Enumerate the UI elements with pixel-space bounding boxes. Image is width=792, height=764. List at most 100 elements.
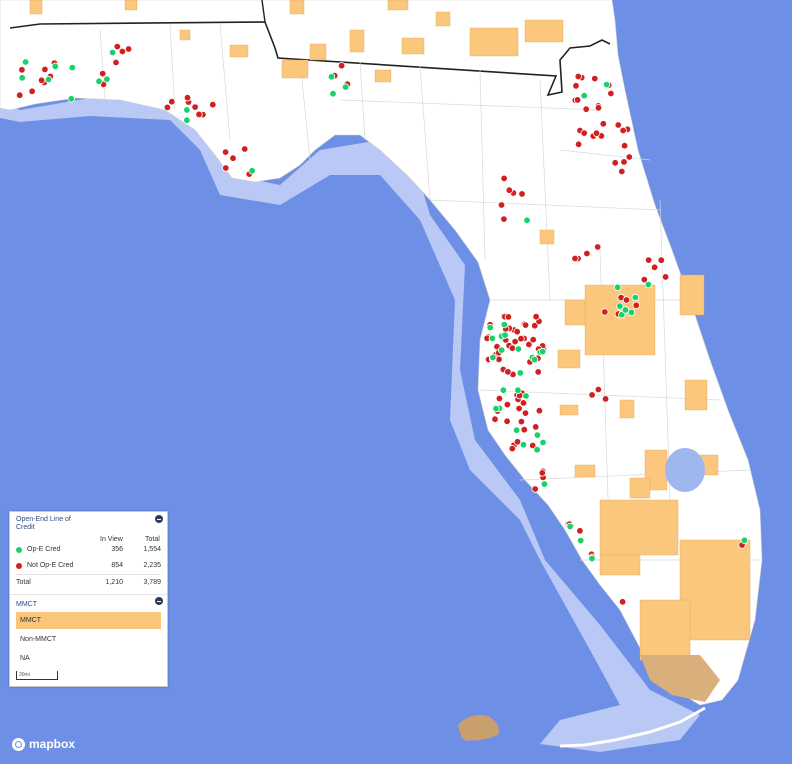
op-e-cred-point[interactable] (108, 48, 117, 57)
not-op-e-cred-point[interactable] (521, 409, 530, 417)
not-op-e-cred-point[interactable] (650, 263, 659, 271)
not-op-e-cred-point[interactable] (572, 82, 580, 90)
op-e-cred-point[interactable] (514, 386, 522, 394)
not-op-e-cred-point[interactable] (518, 190, 526, 198)
op-e-cred-point[interactable] (740, 536, 749, 544)
not-op-e-cred-point[interactable] (571, 254, 579, 263)
not-op-e-cred-point[interactable] (18, 66, 26, 74)
not-op-e-cred-point[interactable] (495, 355, 503, 364)
not-op-e-cred-point[interactable] (16, 91, 24, 99)
op-e-cred-point[interactable] (499, 386, 508, 394)
op-e-cred-point[interactable] (488, 334, 497, 343)
non-mmct-item[interactable]: Non-MMCT (16, 631, 161, 648)
not-op-e-cred-point[interactable] (337, 61, 346, 70)
not-op-e-cred-point[interactable] (521, 321, 530, 329)
op-e-cred-point[interactable] (516, 369, 524, 377)
op-e-cred-point[interactable] (530, 355, 539, 364)
legend-row-op-e[interactable]: Op-E Cred 356 1,554 (16, 542, 161, 558)
not-op-e-cred-point[interactable] (222, 164, 230, 172)
not-op-e-cred-point[interactable] (191, 103, 199, 111)
not-op-e-cred-point[interactable] (618, 167, 626, 176)
not-op-e-cred-point[interactable] (515, 404, 523, 413)
not-op-e-cred-point[interactable] (580, 129, 588, 137)
not-op-e-cred-point[interactable] (508, 444, 516, 453)
op-e-cred-point[interactable] (486, 323, 494, 332)
not-op-e-cred-point[interactable] (594, 104, 603, 112)
op-e-cred-point[interactable] (588, 554, 596, 563)
not-op-e-cred-point[interactable] (594, 243, 602, 251)
not-op-e-cred-point[interactable] (611, 159, 619, 167)
not-op-e-cred-point[interactable] (532, 313, 540, 321)
op-e-cred-point[interactable] (533, 446, 541, 454)
not-op-e-cred-point[interactable] (529, 336, 537, 344)
op-e-cred-point[interactable] (539, 438, 547, 447)
op-e-cred-point[interactable] (500, 320, 508, 329)
not-op-e-cred-point[interactable] (625, 153, 633, 161)
not-op-e-cred-point[interactable] (209, 100, 217, 109)
not-op-e-cred-point[interactable] (583, 249, 591, 258)
op-e-cred-point[interactable] (540, 480, 549, 488)
mapbox-logo[interactable]: mapbox (12, 737, 75, 751)
not-op-e-cred-point[interactable] (508, 344, 517, 352)
not-op-e-cred-point[interactable] (124, 45, 133, 53)
not-op-e-cred-point[interactable] (588, 391, 596, 399)
legend-row-not-op-e[interactable]: Not Op-E Cred 854 2,235 (16, 558, 161, 574)
not-op-e-cred-point[interactable] (614, 121, 622, 129)
not-op-e-cred-point[interactable] (500, 215, 508, 223)
not-op-e-cred-point[interactable] (517, 335, 525, 343)
not-op-e-cred-point[interactable] (519, 399, 528, 407)
op-e-cred-point[interactable] (631, 293, 640, 302)
na-item[interactable]: NA (16, 650, 161, 667)
not-op-e-cred-point[interactable] (535, 407, 544, 415)
not-op-e-cred-point[interactable] (503, 417, 511, 425)
not-op-e-cred-point[interactable] (591, 74, 599, 83)
collapse-icon[interactable] (155, 515, 163, 523)
not-op-e-cred-point[interactable] (497, 201, 506, 209)
not-op-e-cred-point[interactable] (538, 469, 546, 477)
op-e-cred-point[interactable] (523, 216, 531, 224)
not-op-e-cred-point[interactable] (632, 301, 640, 309)
not-op-e-cred-point[interactable] (505, 186, 513, 194)
not-op-e-cred-point[interactable] (620, 158, 628, 166)
not-op-e-cred-point[interactable] (168, 97, 176, 106)
not-op-e-cred-point[interactable] (619, 126, 627, 135)
not-op-e-cred-point[interactable] (41, 65, 49, 74)
op-e-cred-point[interactable] (627, 308, 636, 317)
not-op-e-cred-point[interactable] (118, 47, 127, 56)
not-op-e-cred-point[interactable] (503, 400, 512, 409)
not-op-e-cred-point[interactable] (574, 72, 582, 81)
not-op-e-cred-point[interactable] (594, 385, 603, 394)
not-op-e-cred-point[interactable] (601, 395, 610, 403)
op-e-cred-point[interactable] (67, 95, 75, 103)
op-e-cred-point[interactable] (492, 404, 500, 413)
not-op-e-cred-point[interactable] (163, 103, 172, 112)
not-op-e-cred-point[interactable] (620, 141, 629, 150)
op-e-cred-point[interactable] (329, 89, 337, 98)
op-e-cred-point[interactable] (341, 83, 350, 91)
not-op-e-cred-point[interactable] (513, 438, 522, 446)
op-e-cred-point[interactable] (519, 441, 528, 449)
op-e-cred-point[interactable] (44, 75, 53, 84)
op-e-cred-point[interactable] (327, 73, 336, 81)
not-op-e-cred-point[interactable] (517, 417, 526, 426)
op-e-cred-point[interactable] (539, 347, 547, 356)
not-op-e-cred-point[interactable] (592, 129, 601, 137)
not-op-e-cred-point[interactable] (532, 423, 540, 431)
op-e-cred-point[interactable] (489, 353, 497, 362)
not-op-e-cred-point[interactable] (644, 256, 653, 264)
op-e-cred-point[interactable] (183, 106, 191, 114)
op-e-cred-point[interactable] (183, 116, 191, 124)
not-op-e-cred-point[interactable] (599, 120, 607, 128)
op-e-cred-point[interactable] (68, 63, 76, 72)
not-op-e-cred-point[interactable] (491, 415, 499, 423)
not-op-e-cred-point[interactable] (574, 140, 583, 148)
not-op-e-cred-point[interactable] (531, 485, 539, 493)
not-op-e-cred-point[interactable] (661, 273, 670, 281)
op-e-cred-point[interactable] (644, 280, 653, 289)
not-op-e-cred-point[interactable] (221, 148, 230, 156)
not-op-e-cred-point[interactable] (98, 69, 107, 78)
op-e-cred-point[interactable] (533, 431, 542, 439)
op-e-cred-point[interactable] (566, 522, 574, 531)
op-e-cred-point[interactable] (602, 80, 611, 89)
not-op-e-cred-point[interactable] (229, 154, 237, 162)
